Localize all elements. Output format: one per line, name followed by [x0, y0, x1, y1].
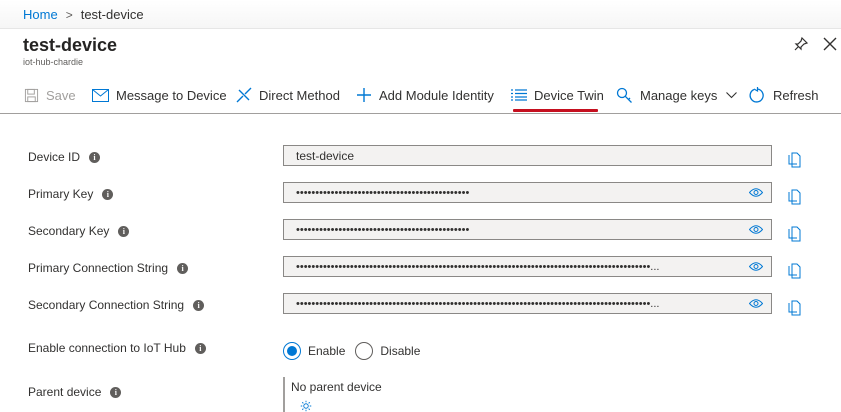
- refresh-button[interactable]: Refresh: [749, 84, 819, 106]
- breadcrumb-separator: >: [65, 8, 73, 22]
- primary-key-label: Primary Key: [28, 187, 94, 201]
- primary-connection-label-row: Primary Connection String i: [28, 261, 189, 275]
- info-icon[interactable]: i: [194, 342, 206, 354]
- eye-icon[interactable]: [749, 298, 763, 309]
- refresh-label: Refresh: [773, 87, 819, 103]
- manage-keys-button[interactable]: Manage keys: [616, 84, 738, 106]
- secondary-key-field: ••••••••••••••••••••••••••••••••••••••••…: [283, 219, 772, 240]
- manage-keys-label: Manage keys: [640, 87, 718, 103]
- page-title: test-device: [23, 35, 118, 55]
- info-icon[interactable]: i: [102, 188, 114, 200]
- key-icon: [616, 87, 632, 103]
- enable-radio-label[interactable]: Enable: [308, 344, 345, 358]
- parent-device-value: No parent device: [291, 380, 382, 394]
- mail-icon: [92, 88, 109, 102]
- secondary-connection-value: ••••••••••••••••••••••••••••••••••••••••…: [296, 297, 660, 310]
- primary-key-label-row: Primary Key i: [28, 187, 114, 201]
- breadcrumb-current: test-device: [80, 7, 144, 22]
- command-bar: Save Message to Device Direct Method Add…: [0, 80, 841, 114]
- secondary-key-label: Secondary Key: [28, 224, 110, 238]
- refresh-icon: [749, 86, 764, 103]
- gear-icon[interactable]: [298, 400, 314, 412]
- secondary-connection-label: Secondary Connection String: [28, 298, 185, 312]
- add-module-identity-label: Add Module Identity: [379, 87, 494, 103]
- parent-device-label: Parent device: [28, 385, 102, 399]
- disable-radio-label[interactable]: Disable: [380, 344, 420, 358]
- info-icon[interactable]: i: [193, 299, 205, 311]
- secondary-key-label-row: Secondary Key i: [28, 224, 130, 238]
- direct-method-icon: [236, 87, 252, 103]
- device-id-value: test-device: [296, 148, 355, 163]
- save-label: Save: [46, 87, 76, 103]
- message-to-device-label: Message to Device: [116, 87, 227, 103]
- pin-icon[interactable]: [793, 36, 809, 52]
- eye-icon[interactable]: [749, 224, 763, 235]
- breadcrumb: Home > test-device: [23, 7, 144, 22]
- add-module-identity-button[interactable]: Add Module Identity: [356, 84, 494, 106]
- direct-method-button[interactable]: Direct Method: [236, 84, 340, 106]
- info-icon[interactable]: i: [110, 386, 122, 398]
- enable-radio[interactable]: [283, 342, 301, 360]
- primary-connection-value: ••••••••••••••••••••••••••••••••••••••••…: [296, 260, 660, 273]
- device-twin-button[interactable]: Device Twin: [511, 84, 604, 106]
- message-to-device-button[interactable]: Message to Device: [92, 84, 227, 106]
- parent-device-label-row: Parent device i: [28, 385, 122, 399]
- secondary-key-value: ••••••••••••••••••••••••••••••••••••••••…: [296, 223, 470, 236]
- breadcrumb-home-link[interactable]: Home: [23, 7, 58, 22]
- primary-key-field: ••••••••••••••••••••••••••••••••••••••••…: [283, 182, 772, 203]
- page-subtitle: iot-hub-chardie: [23, 57, 84, 67]
- copy-icon[interactable]: [788, 263, 802, 279]
- enable-connection-label: Enable connection to IoT Hub: [28, 341, 186, 355]
- secondary-connection-field: ••••••••••••••••••••••••••••••••••••••••…: [283, 293, 772, 314]
- chevron-down-icon: [726, 91, 738, 98]
- direct-method-label: Direct Method: [259, 87, 340, 103]
- plus-icon: [357, 88, 371, 102]
- info-icon[interactable]: i: [177, 262, 189, 274]
- copy-icon[interactable]: [788, 189, 802, 205]
- top-bar: Home > test-device: [0, 0, 841, 29]
- device-id-label: Device ID: [28, 150, 81, 164]
- primary-connection-field: ••••••••••••••••••••••••••••••••••••••••…: [283, 256, 772, 277]
- copy-icon[interactable]: [788, 152, 802, 168]
- primary-key-value: ••••••••••••••••••••••••••••••••••••••••…: [296, 186, 470, 199]
- device-twin-highlight: [513, 109, 598, 112]
- info-icon[interactable]: i: [89, 151, 101, 163]
- eye-icon[interactable]: [749, 187, 763, 198]
- close-icon[interactable]: [822, 36, 838, 52]
- secondary-connection-label-row: Secondary Connection String i: [28, 298, 205, 312]
- device-id-label-row: Device ID i: [28, 150, 101, 164]
- disable-radio[interactable]: [355, 342, 374, 360]
- primary-connection-label: Primary Connection String: [28, 261, 169, 275]
- device-twin-label: Device Twin: [534, 87, 604, 103]
- save-button[interactable]: Save: [24, 84, 76, 106]
- connection-radio-group: Enable Disable: [283, 342, 420, 360]
- info-icon[interactable]: i: [118, 225, 130, 237]
- list-icon: [511, 89, 527, 101]
- device-id-field: test-device: [283, 145, 772, 166]
- copy-icon[interactable]: [788, 300, 802, 316]
- enable-connection-label-row: Enable connection to IoT Hub i: [28, 341, 206, 355]
- save-icon: [24, 88, 39, 102]
- copy-icon[interactable]: [788, 226, 802, 242]
- eye-icon[interactable]: [749, 261, 763, 272]
